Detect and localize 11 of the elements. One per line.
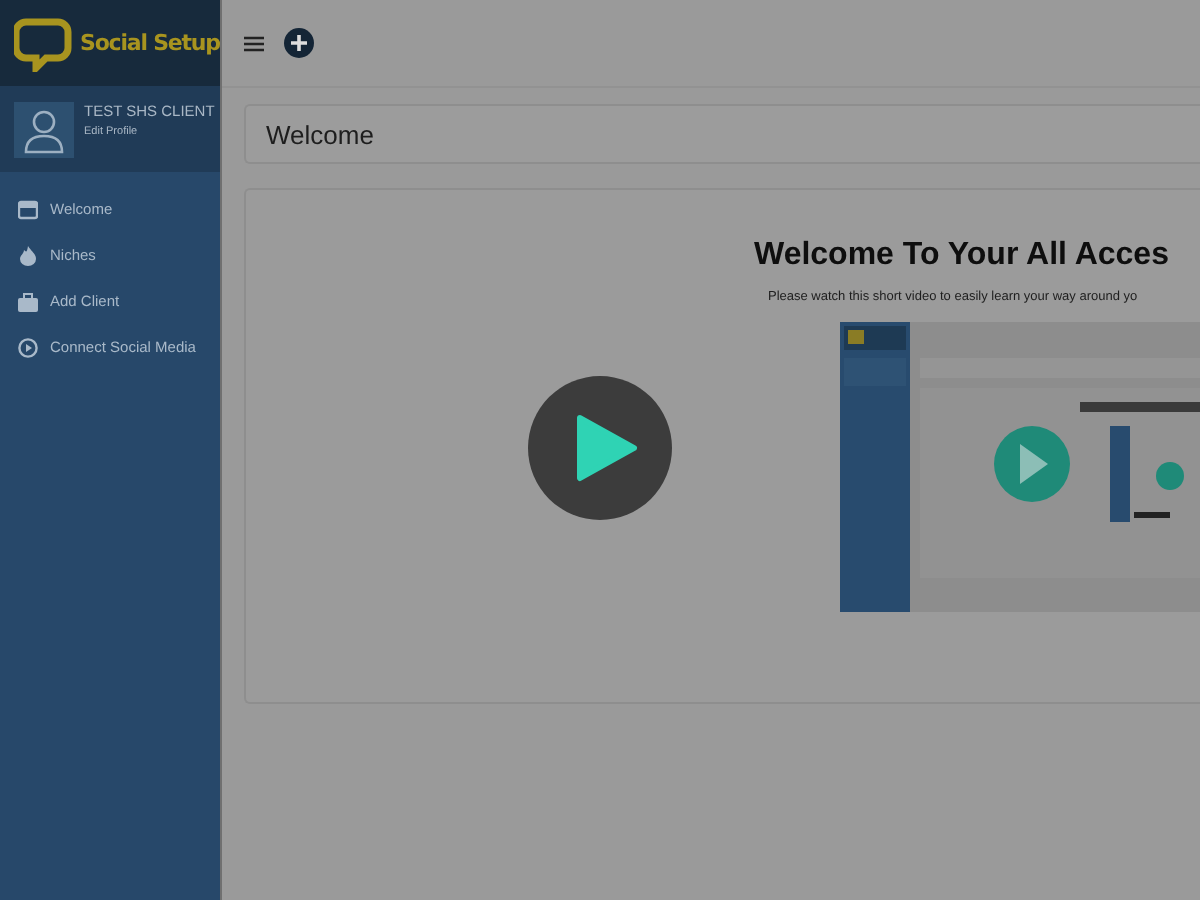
welcome-heading: Welcome To Your All Acces: [754, 238, 1169, 274]
add-icon[interactable]: [284, 28, 314, 58]
flame-icon: [18, 245, 38, 265]
play-icon: [574, 414, 638, 482]
page-title: Welcome: [244, 104, 1200, 164]
play-circle-icon: [18, 337, 38, 357]
speech-bubble-logo-icon: [14, 15, 74, 71]
logo-text: Social Setup: [80, 30, 220, 56]
avatar-icon: [14, 101, 74, 157]
menu-icon[interactable]: [244, 35, 264, 51]
briefcase-icon: [18, 291, 38, 311]
